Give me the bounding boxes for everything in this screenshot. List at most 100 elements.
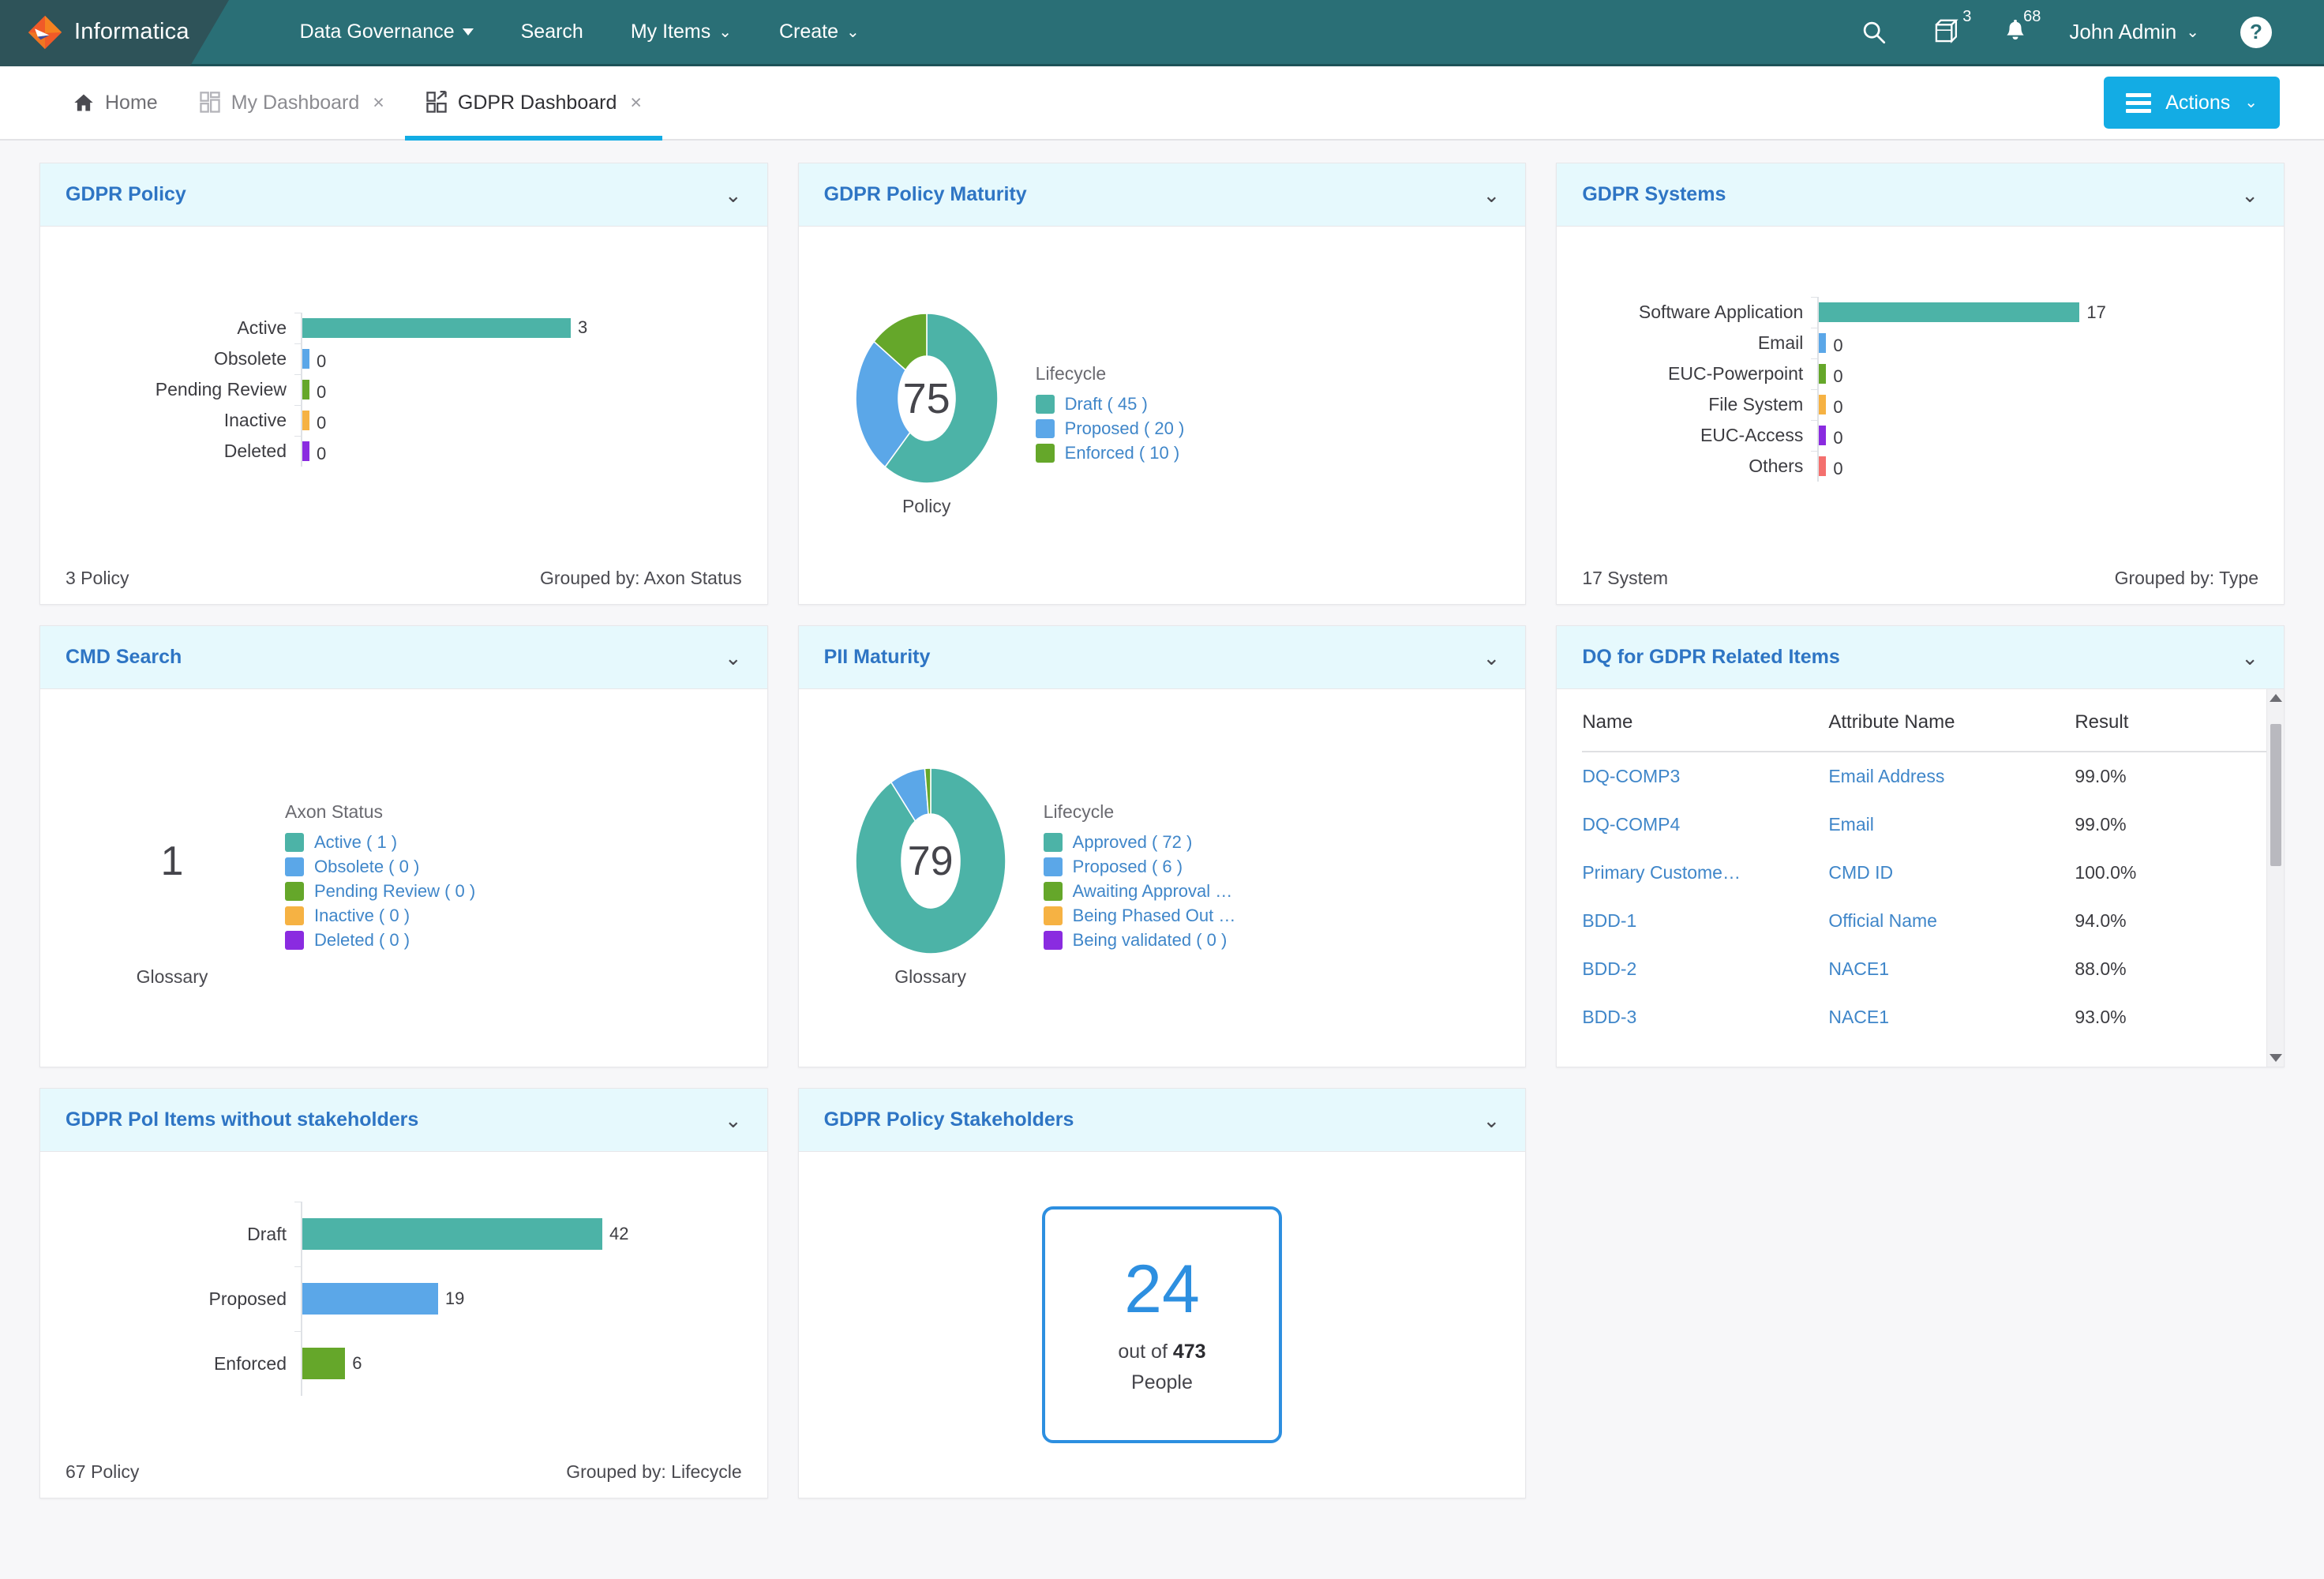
cell-attribute[interactable]: CMD ID bbox=[1828, 849, 2075, 897]
bar-fill[interactable] bbox=[1819, 364, 1827, 384]
kpi-card[interactable]: 24 out of 473 People bbox=[1041, 1206, 1282, 1443]
bar-fill[interactable] bbox=[302, 1283, 438, 1315]
cell-attribute[interactable]: Official Name bbox=[1828, 897, 2075, 945]
cell-name[interactable]: BDD-3 bbox=[1582, 993, 1828, 1041]
cell-attribute[interactable]: NACE1 bbox=[1828, 945, 2075, 993]
workspace-button[interactable]: 3 bbox=[1910, 0, 1981, 66]
bar-fill[interactable] bbox=[1819, 426, 1827, 445]
legend-item[interactable]: Awaiting Approval … bbox=[1043, 881, 1236, 902]
bar-fill[interactable] bbox=[1819, 456, 1827, 476]
table-row[interactable]: DQ-COMP3 Email Address 99.0% bbox=[1582, 752, 2266, 801]
actions-button[interactable]: Actions ⌄ bbox=[2104, 77, 2280, 129]
legend: Lifecycle Draft ( 45 ) Proposed ( 20 ) Enf… bbox=[1035, 363, 1185, 467]
legend-item[interactable]: Enforced ( 10 ) bbox=[1035, 443, 1185, 463]
vertical-scrollbar[interactable] bbox=[2266, 689, 2284, 1067]
widget-title: DQ for GDPR Related Items bbox=[1582, 646, 1840, 668]
bar-row[interactable]: EUC-Powerpoint 0 bbox=[1557, 358, 2284, 389]
cell-attribute[interactable]: Email Address bbox=[1828, 752, 2075, 801]
cell-name[interactable]: Primary Custome… bbox=[1582, 849, 1828, 897]
close-icon[interactable]: × bbox=[373, 92, 384, 114]
bar-row[interactable]: Others 0 bbox=[1557, 451, 2284, 482]
chevron-down-icon[interactable]: ⌄ bbox=[1483, 1110, 1501, 1131]
brand-logo[interactable]: Informatica bbox=[0, 0, 189, 66]
legend-item[interactable]: Pending Review ( 0 ) bbox=[285, 881, 475, 902]
close-icon[interactable]: × bbox=[630, 92, 642, 114]
nav-item-data-governance[interactable]: Data Governance bbox=[276, 0, 497, 66]
widget-header: GDPR Policy Maturity ⌄ bbox=[798, 163, 1526, 227]
bar-fill[interactable] bbox=[302, 410, 309, 430]
legend-item[interactable]: Proposed ( 6 ) bbox=[1043, 857, 1236, 877]
bar-fill[interactable] bbox=[302, 441, 309, 461]
bar-fill[interactable] bbox=[302, 317, 571, 338]
bar-fill[interactable] bbox=[1819, 395, 1827, 414]
nav-item-my-items[interactable]: My Items ⌄ bbox=[607, 0, 755, 66]
bar-fill[interactable] bbox=[302, 1218, 602, 1250]
cell-attribute[interactable]: Email bbox=[1828, 801, 2075, 849]
nav-item-create[interactable]: Create ⌄ bbox=[755, 0, 883, 66]
column-header-name[interactable]: Name bbox=[1582, 689, 1829, 752]
column-header-result[interactable]: Result bbox=[2075, 689, 2266, 752]
chevron-down-icon[interactable]: ⌄ bbox=[2241, 185, 2258, 205]
table-row[interactable]: BDD-2 NACE1 88.0% bbox=[1582, 945, 2266, 993]
legend-item[interactable]: Active ( 1 ) bbox=[285, 832, 475, 853]
bar-row[interactable]: Inactive 0 bbox=[40, 404, 767, 436]
bar-row[interactable]: Deleted 0 bbox=[40, 435, 767, 467]
cell-attribute[interactable]: NACE1 bbox=[1828, 993, 2075, 1041]
cell-name[interactable]: BDD-2 bbox=[1582, 945, 1828, 993]
cell-name[interactable]: DQ-COMP4 bbox=[1582, 801, 1828, 849]
tab-gdpr-dashboard[interactable]: GDPR Dashboard × bbox=[404, 66, 663, 141]
donut-graphic[interactable]: 75 bbox=[854, 313, 999, 484]
help-button[interactable]: ? bbox=[2218, 0, 2294, 66]
legend-item[interactable]: Inactive ( 0 ) bbox=[285, 906, 475, 926]
bar-fill[interactable] bbox=[302, 1348, 346, 1379]
scroll-down-icon[interactable] bbox=[2269, 1054, 2282, 1062]
chevron-down-icon[interactable]: ⌄ bbox=[725, 185, 742, 205]
bar-row[interactable]: Enforced 6 bbox=[40, 1331, 767, 1396]
column-header-attribute[interactable]: Attribute Name bbox=[1828, 689, 2075, 752]
donut-graphic[interactable]: 1 bbox=[97, 768, 247, 954]
table-row[interactable]: DQ-COMP4 Email 99.0% bbox=[1582, 801, 2266, 849]
table-row[interactable]: BDD-3 NACE1 93.0% bbox=[1582, 993, 2266, 1041]
bar-row[interactable]: File System 0 bbox=[1557, 389, 2284, 420]
legend-item[interactable]: Approved ( 72 ) bbox=[1043, 832, 1236, 853]
cell-name[interactable]: DQ-COMP3 bbox=[1582, 752, 1828, 801]
user-menu[interactable]: John Admin ⌄ bbox=[2050, 0, 2218, 66]
bar-track: 0 bbox=[302, 441, 767, 463]
bar-fill[interactable] bbox=[302, 379, 309, 399]
legend-item[interactable]: Draft ( 45 ) bbox=[1035, 394, 1185, 414]
nav-item-search[interactable]: Search bbox=[497, 0, 607, 66]
cell-name[interactable]: BDD-1 bbox=[1582, 897, 1828, 945]
chevron-down-icon[interactable]: ⌄ bbox=[725, 647, 742, 668]
tab-my-dashboard[interactable]: My Dashboard × bbox=[178, 66, 405, 139]
bar-row[interactable]: Email 0 bbox=[1557, 328, 2284, 358]
notifications-button[interactable]: 68 bbox=[1981, 0, 2050, 66]
search-button[interactable] bbox=[1839, 0, 1910, 66]
scrollbar-thumb[interactable] bbox=[2270, 724, 2281, 866]
bar-row[interactable]: Active 3 bbox=[40, 312, 767, 343]
bar-row[interactable]: Proposed 19 bbox=[40, 1266, 767, 1331]
bar-row[interactable]: Software Application 17 bbox=[1557, 297, 2284, 328]
tab-home[interactable]: Home bbox=[52, 66, 178, 139]
legend-item[interactable]: Obsolete ( 0 ) bbox=[285, 857, 475, 877]
legend-item[interactable]: Being Phased Out … bbox=[1043, 906, 1235, 926]
bar-row[interactable]: EUC-Access 0 bbox=[1557, 420, 2284, 451]
bar-row[interactable]: Draft 42 bbox=[40, 1202, 767, 1266]
bar-fill[interactable] bbox=[302, 348, 309, 369]
bar-row[interactable]: Obsolete 0 bbox=[40, 343, 767, 374]
chevron-down-icon[interactable]: ⌄ bbox=[1483, 185, 1501, 205]
primary-nav: Data Governance Search My Items ⌄ Create… bbox=[276, 0, 883, 66]
cube-icon bbox=[1936, 19, 1959, 43]
bar-fill[interactable] bbox=[1819, 333, 1827, 353]
legend-item[interactable]: Deleted ( 0 ) bbox=[285, 930, 475, 951]
legend-item[interactable]: Being validated ( 0 ) bbox=[1043, 930, 1236, 951]
donut-graphic[interactable]: 79 bbox=[854, 767, 1006, 955]
bar-row[interactable]: Pending Review 0 bbox=[40, 373, 767, 405]
chevron-down-icon[interactable]: ⌄ bbox=[2241, 647, 2258, 668]
table-row[interactable]: BDD-1 Official Name 94.0% bbox=[1582, 897, 2266, 945]
scroll-up-icon[interactable] bbox=[2269, 694, 2282, 702]
table-row[interactable]: Primary Custome… CMD ID 100.0% bbox=[1582, 849, 2266, 897]
bar-fill[interactable] bbox=[1819, 302, 2080, 322]
chevron-down-icon[interactable]: ⌄ bbox=[1483, 647, 1501, 668]
chevron-down-icon[interactable]: ⌄ bbox=[725, 1110, 742, 1131]
legend-item[interactable]: Proposed ( 20 ) bbox=[1035, 418, 1184, 439]
